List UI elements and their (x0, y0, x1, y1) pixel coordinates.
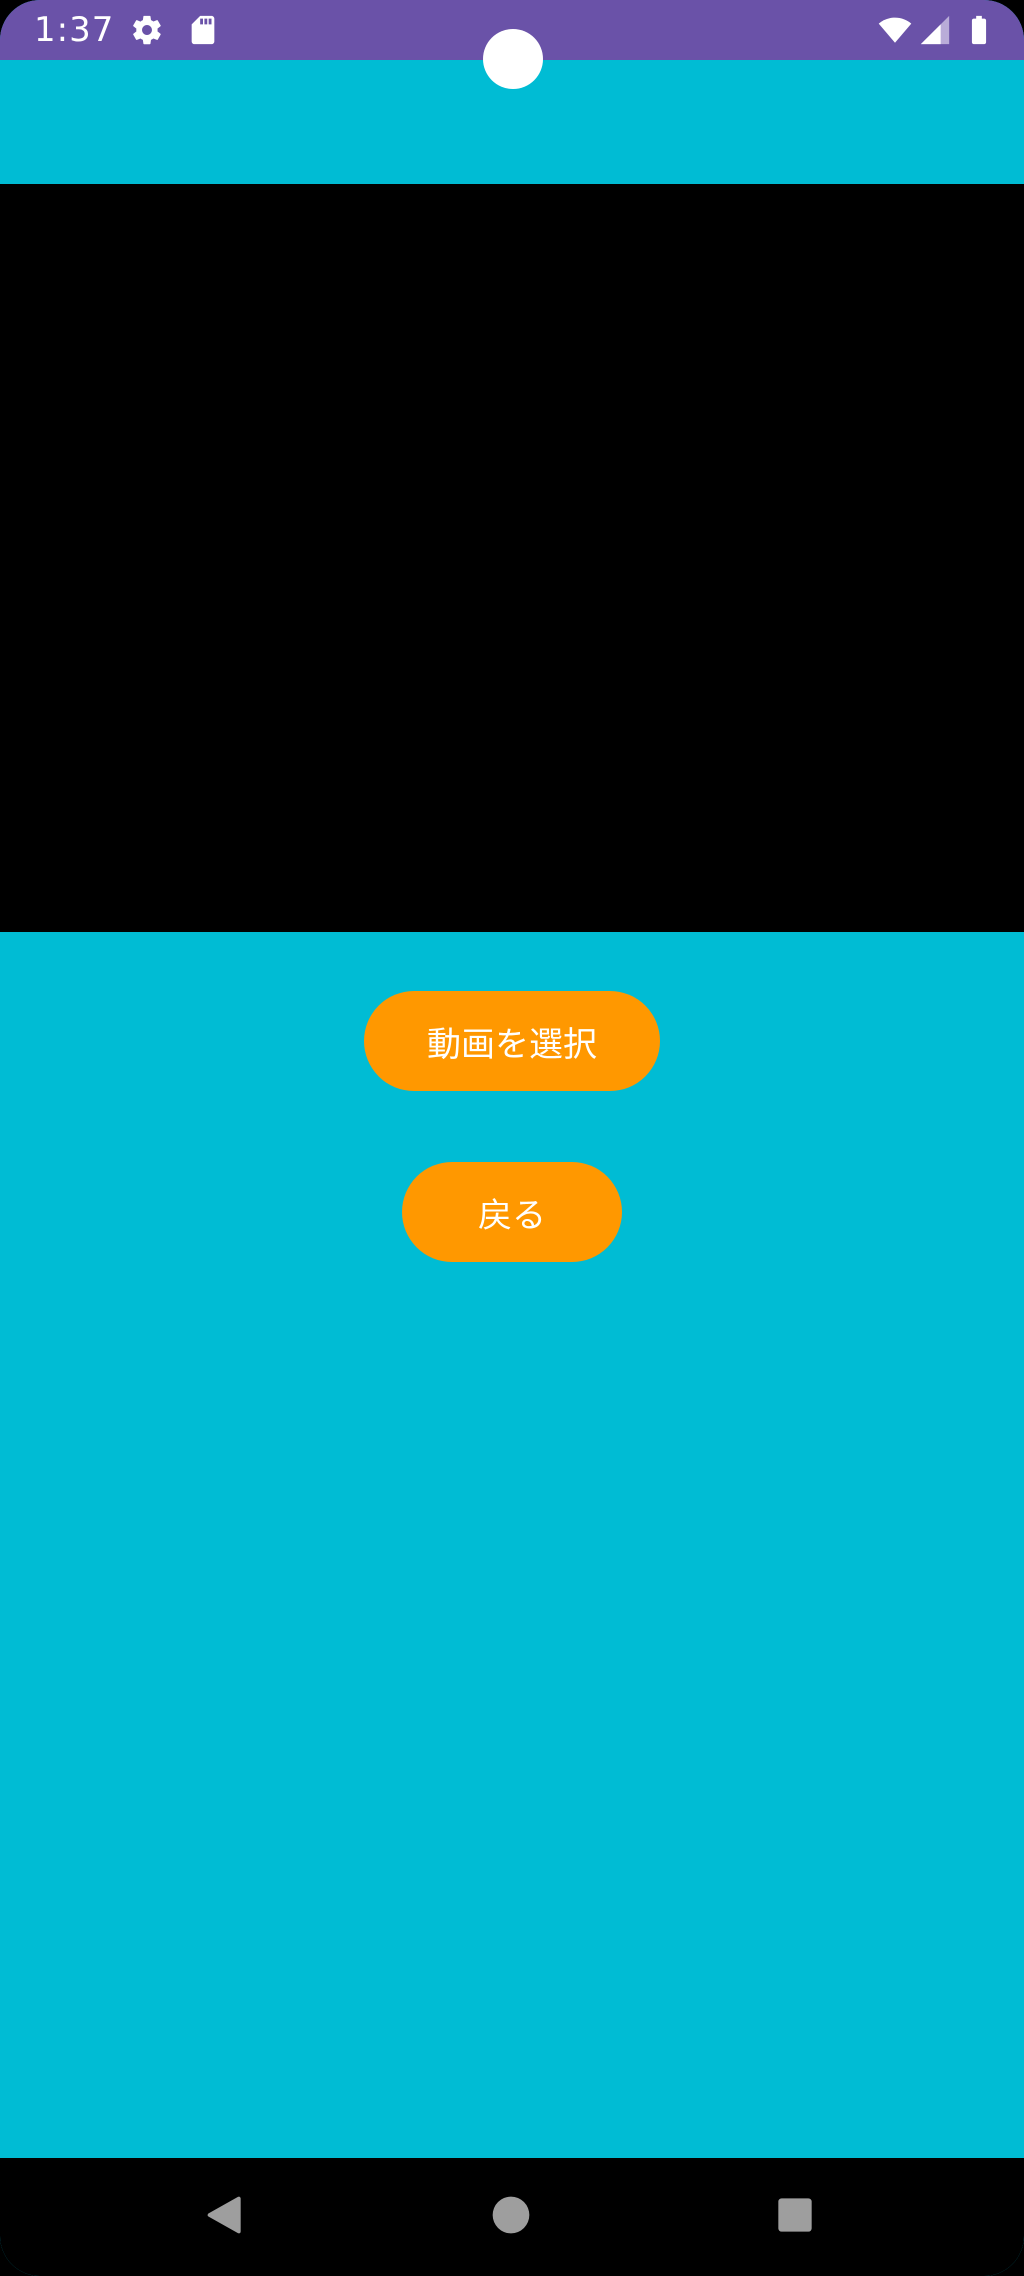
select-video-button[interactable]: 動画を選択 (364, 991, 660, 1091)
gear-icon (130, 13, 164, 47)
content-area (0, 932, 1024, 2158)
navigation-bar (0, 2158, 1024, 2276)
app-screen: 1:37 動画を選択 戻る (0, 0, 1024, 2276)
status-time: 1:37 (34, 10, 115, 50)
sd-card-icon (186, 13, 220, 47)
wifi-icon (876, 13, 912, 47)
recents-icon[interactable] (760, 2180, 830, 2250)
camera-cutout (483, 29, 543, 89)
signal-icon (918, 13, 952, 47)
back-button[interactable]: 戻る (402, 1162, 622, 1262)
video-player[interactable] (0, 184, 1024, 932)
back-icon[interactable] (191, 2180, 261, 2250)
battery-icon (962, 13, 996, 47)
home-icon[interactable] (476, 2180, 546, 2250)
